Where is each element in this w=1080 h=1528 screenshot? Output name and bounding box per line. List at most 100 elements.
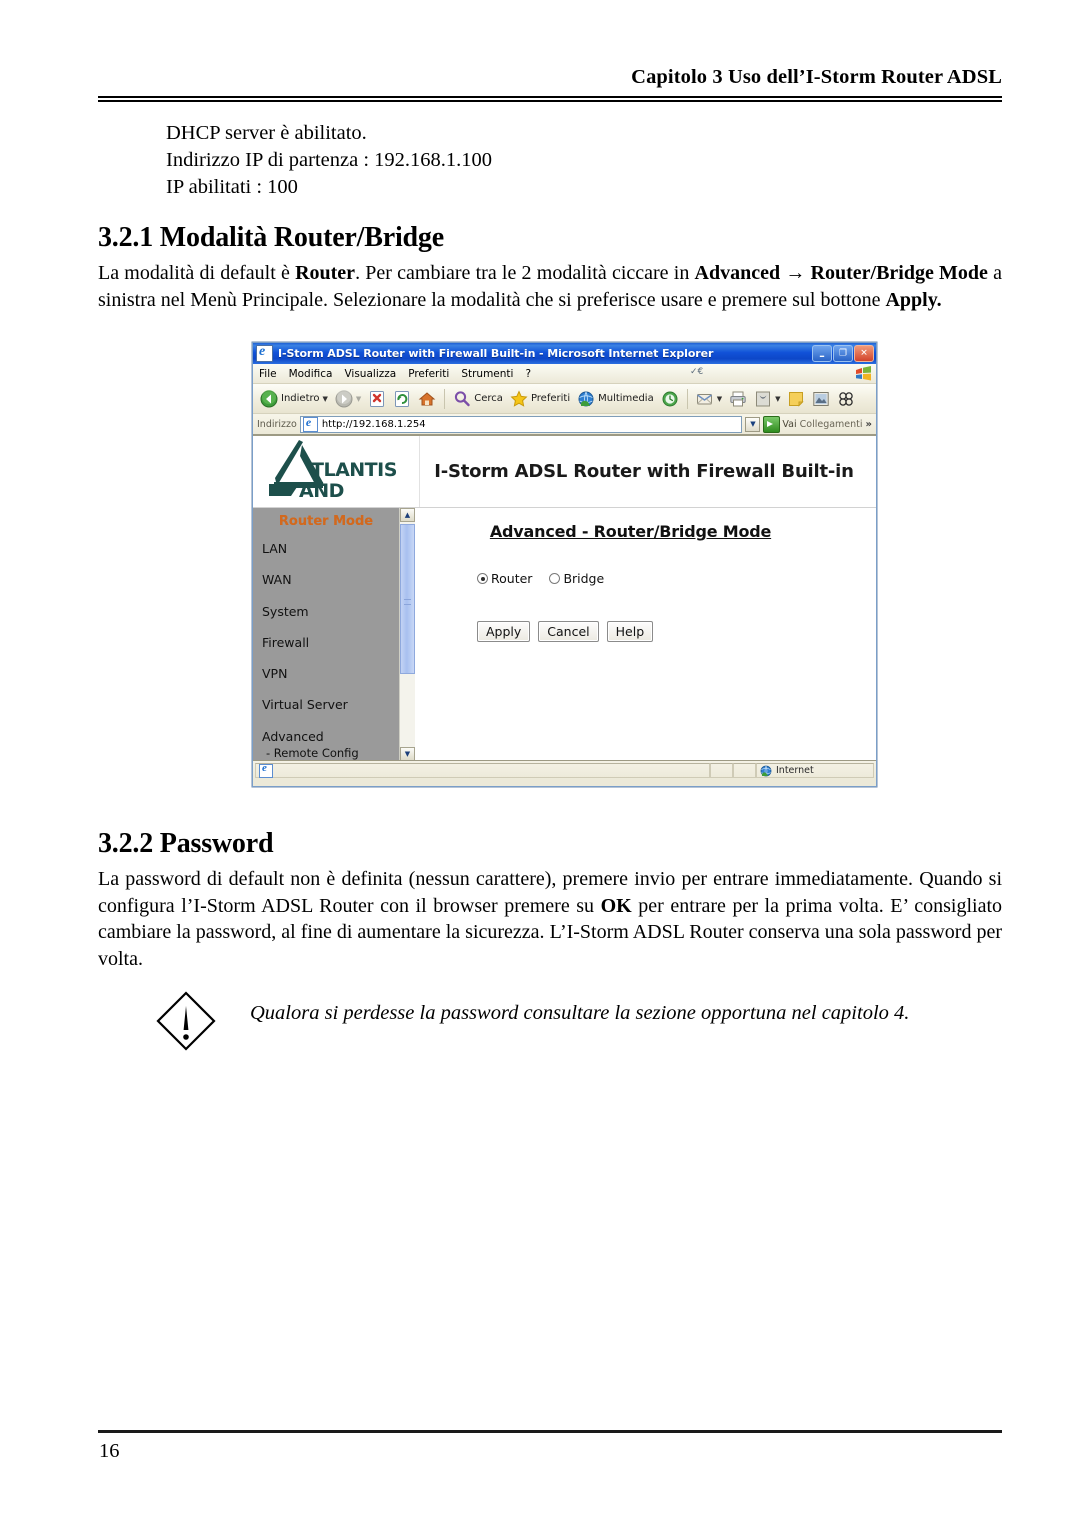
toolbar-separator-1 bbox=[444, 388, 446, 409]
forward-button[interactable]: ▼ bbox=[332, 389, 364, 409]
search-button[interactable]: Cerca bbox=[450, 389, 506, 409]
menu-item-preferiti[interactable]: Preferiti bbox=[402, 368, 455, 380]
svg-text:AND: AND bbox=[299, 480, 344, 502]
notepad-icon bbox=[789, 391, 805, 407]
menu-item-file[interactable]: File bbox=[253, 368, 283, 380]
close-button[interactable]: ✕ bbox=[854, 345, 874, 362]
warning-note: Qualora si perdesse la password consulta… bbox=[155, 990, 1005, 1051]
scroll-down-button[interactable]: ▼ bbox=[400, 747, 415, 760]
windows-flag-icon bbox=[856, 366, 871, 381]
sidebar-item-advanced[interactable]: Advanced bbox=[262, 729, 399, 744]
atlantis-land-logo: TLANTIS AND bbox=[253, 436, 420, 507]
minimize-button[interactable]: – bbox=[812, 345, 832, 362]
menu-item-modifica[interactable]: Modifica bbox=[283, 368, 339, 380]
apply-button[interactable]: Apply bbox=[477, 621, 531, 642]
help-button[interactable]: Help bbox=[606, 621, 654, 642]
status-zone-label: Internet bbox=[776, 765, 814, 776]
links-label[interactable]: Collegamenti bbox=[800, 419, 863, 430]
stop-button[interactable] bbox=[365, 389, 389, 409]
print-button[interactable] bbox=[726, 389, 750, 409]
intro-line-2: Indirizzo IP di partenza : 192.168.1.100 bbox=[166, 149, 493, 171]
sidebar-item-firewall[interactable]: Firewall bbox=[262, 635, 399, 650]
sidebar-item-wan[interactable]: WAN bbox=[262, 573, 399, 587]
sidebar-item-virtual-server[interactable]: Virtual Server bbox=[262, 698, 399, 712]
go-button-label: Vai bbox=[782, 418, 797, 430]
sidebar-item-vpn[interactable]: VPN bbox=[262, 667, 399, 681]
atlantis-logo-icon: TLANTIS AND bbox=[269, 440, 397, 502]
search-button-label: Cerca bbox=[474, 393, 503, 404]
radio-router-icon[interactable] bbox=[477, 573, 488, 584]
chevron-down-icon-forward: ▼ bbox=[355, 394, 362, 403]
restore-button[interactable]: ❐ bbox=[833, 345, 853, 362]
sidebar-subitem-remote-config[interactable]: - Remote Config bbox=[266, 746, 399, 760]
intro-line-3: IP abilitati : 100 bbox=[166, 176, 298, 198]
restore-icon: ❐ bbox=[838, 348, 848, 358]
menu-item-strumenti[interactable]: Strumenti bbox=[455, 368, 519, 380]
radio-option-router[interactable]: Router bbox=[477, 571, 532, 586]
section-heading-321: 3.2.1 Modalità Router/Bridge bbox=[98, 222, 444, 253]
window-controls: – ❐ ✕ bbox=[812, 345, 874, 362]
address-dropdown-button[interactable]: ▼ bbox=[745, 416, 761, 432]
internet-zone-globe-icon bbox=[760, 765, 772, 776]
radio-bridge-label: Bridge bbox=[563, 571, 605, 586]
toolbar-separator-2 bbox=[686, 388, 688, 409]
browser-toolbar: Indietro ▼ ▼ Cerca Preferiti Multimedia … bbox=[253, 384, 876, 414]
refresh-icon bbox=[395, 390, 410, 407]
page-viewport: TLANTIS AND I-Storm ADSL Router with Fir… bbox=[253, 435, 876, 760]
refresh-button[interactable] bbox=[390, 389, 414, 409]
search-icon bbox=[455, 390, 470, 406]
menu-item-help[interactable]: ? bbox=[519, 368, 537, 380]
scrollbar-thumb[interactable] bbox=[400, 524, 415, 674]
intro-line-1: DHCP server è abilitato. bbox=[166, 122, 367, 144]
notes-button[interactable] bbox=[784, 389, 808, 409]
history-button[interactable] bbox=[658, 389, 682, 409]
svg-text:TLANTIS: TLANTIS bbox=[311, 459, 397, 481]
radio-bridge-icon[interactable] bbox=[549, 573, 561, 584]
router-main-pane: Advanced - Router/Bridge Mode Router Bri… bbox=[415, 508, 876, 760]
media-button[interactable]: Multimedia bbox=[574, 389, 657, 409]
intro-block: DHCP server è abilitato. Indirizzo IP di… bbox=[166, 120, 926, 201]
forward-arrow-icon bbox=[335, 389, 353, 407]
warning-diamond-icon bbox=[156, 991, 216, 1051]
radio-option-bridge[interactable]: Bridge bbox=[549, 571, 604, 586]
mode-radio-group: Router Bridge bbox=[477, 571, 876, 586]
scroll-up-button[interactable]: ▲ bbox=[400, 508, 415, 522]
address-input[interactable]: http://192.168.1.254 bbox=[299, 415, 743, 433]
go-button[interactable]: Vai bbox=[763, 415, 797, 433]
mail-icon bbox=[696, 393, 712, 404]
home-button[interactable] bbox=[415, 389, 439, 409]
sidebar-item-lan[interactable]: LAN bbox=[262, 542, 399, 556]
menu-item-visualizza[interactable]: Visualizza bbox=[338, 368, 402, 380]
page-number: 16 bbox=[99, 1440, 120, 1462]
router-brand-title: I-Storm ADSL Router with Firewall Built-… bbox=[434, 461, 854, 482]
sidebar-item-system[interactable]: System bbox=[262, 604, 399, 619]
pane-button-row: Apply Cancel Help bbox=[477, 621, 876, 642]
media-button-label: Multimedia bbox=[598, 393, 654, 404]
back-button-label: Indietro bbox=[281, 393, 320, 404]
browser-window-screenshot: I-Storm ADSL Router with Firewall Built-… bbox=[252, 342, 877, 787]
cancel-button[interactable]: Cancel bbox=[538, 621, 599, 642]
chevron-down-icon[interactable]: ▼ bbox=[323, 395, 328, 403]
pane-title: Advanced - Router/Bridge Mode bbox=[489, 522, 772, 541]
page-vertical-scrollbar[interactable]: ▲ ▼ bbox=[399, 508, 415, 760]
document-page: Capitolo 3 Uso dell’I-Storm Router ADSL … bbox=[0, 0, 1080, 1528]
favorites-button[interactable]: Preferiti bbox=[507, 389, 573, 409]
edit-button[interactable]: ▼ bbox=[751, 389, 783, 409]
header-rule bbox=[98, 96, 1002, 102]
toolbar-overflow-icon[interactable]: » bbox=[866, 419, 874, 430]
chevron-down-icon-mail[interactable]: ▼ bbox=[717, 395, 722, 403]
chevron-down-icon-edit[interactable]: ▼ bbox=[775, 395, 780, 403]
running-head: Capitolo 3 Uso dell’I-Storm Router ADSL bbox=[631, 66, 1002, 88]
status-pane-3 bbox=[733, 763, 756, 778]
minimize-icon: – bbox=[819, 349, 825, 363]
extra-button[interactable] bbox=[834, 389, 858, 409]
warning-note-text: Qualora si perdesse la password consulta… bbox=[250, 1002, 910, 1024]
router-brand-row: TLANTIS AND I-Storm ADSL Router with Fir… bbox=[253, 436, 876, 508]
browser-titlebar: I-Storm ADSL Router with Firewall Built-… bbox=[253, 343, 876, 364]
home-icon bbox=[418, 391, 436, 405]
footer-rule bbox=[98, 1430, 1002, 1433]
messenger-button[interactable] bbox=[809, 389, 833, 409]
status-zone-pane: Internet bbox=[756, 763, 874, 778]
back-button[interactable]: Indietro ▼ bbox=[257, 389, 331, 409]
mail-button[interactable]: ▼ bbox=[693, 389, 725, 409]
